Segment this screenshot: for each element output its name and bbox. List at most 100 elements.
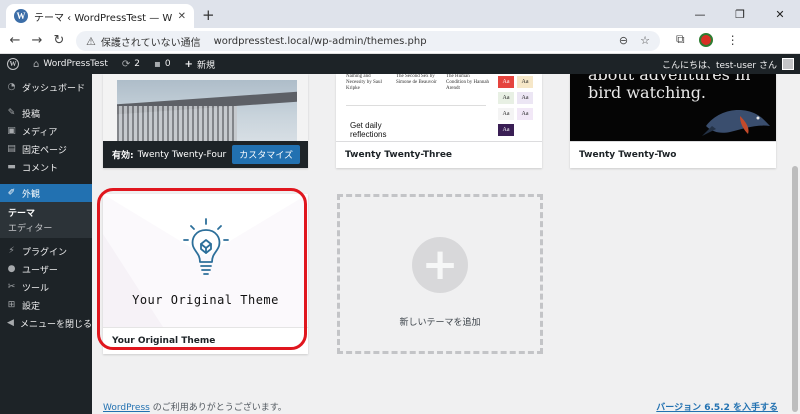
sidebar-item-label: 投稿: [22, 109, 41, 120]
tab-close-icon[interactable]: ✕: [178, 11, 186, 22]
customize-button[interactable]: カスタマイズ: [232, 145, 300, 164]
reload-icon[interactable]: ↻: [48, 33, 70, 48]
theme-name: Twenty Twenty-Three: [336, 141, 542, 168]
collapse-icon: ◀: [7, 318, 14, 328]
lightbulb-icon: [183, 218, 229, 275]
avatar: [782, 58, 794, 70]
page-scrollbar[interactable]: [790, 74, 800, 414]
url-text[interactable]: wordpresstest.local/wp-admin/themes.php: [214, 36, 427, 47]
sidebar-item-collapse[interactable]: ◀ メニューを閉じる: [0, 314, 92, 332]
plugin-icon: ⚡: [8, 246, 15, 256]
zoom-icon[interactable]: ⊖: [619, 34, 628, 47]
add-new-theme-tile[interactable]: + 新しいテーマを追加: [337, 194, 543, 354]
window-controls: — ❐ ✕: [680, 0, 800, 28]
theme-card-twenty-twenty-three[interactable]: Naming and Necessity by Saul Kripke The …: [336, 74, 542, 168]
preview-text: Naming and Necessity by Saul Kripke: [346, 74, 382, 91]
new-tab-button[interactable]: +: [202, 6, 215, 24]
wp-admin-bar: W ⌂ WordPressTest ⟳ 2 ▪ 0 + 新規 こんにちは、tes…: [0, 54, 800, 74]
sidebar-item-tools[interactable]: ✂ ツール: [0, 278, 92, 296]
sidebar-item-media[interactable]: ▣ メディア: [0, 122, 92, 140]
theme-screenshot: Naming and Necessity by Saul Kripke The …: [336, 74, 542, 141]
sidebar-item-label: 外観: [22, 189, 41, 200]
active-prefix: 有効:: [112, 151, 134, 161]
footer-thanks: WordPress のご利用ありがとうございます。: [103, 400, 287, 413]
submenu-item-editor[interactable]: エディター: [0, 220, 92, 235]
site-name: WordPressTest: [43, 59, 108, 69]
theme-name: Twenty Twenty-Four: [137, 149, 227, 160]
bird-illustration-icon: [702, 110, 770, 136]
theme-card-twenty-twenty-two[interactable]: about adventures in bird watching. Twent…: [570, 74, 776, 168]
minimize-icon[interactable]: —: [680, 0, 720, 28]
pin-icon: ✎: [7, 108, 16, 118]
sidebar-item-label: ユーザー: [22, 265, 58, 276]
theme-name: Your Original Theme: [103, 327, 308, 354]
tools-icon: ✂: [7, 282, 16, 292]
updates-count: 2: [134, 59, 141, 69]
extensions-icon[interactable]: ⧉: [676, 32, 685, 47]
comment-icon: ▬: [7, 162, 16, 172]
site-name-menu[interactable]: ⌂ WordPressTest: [26, 54, 115, 74]
sidebar-item-users[interactable]: ● ユーザー: [0, 260, 92, 278]
sidebar-item-label: メニューを閉じる: [19, 319, 92, 330]
themes-main: 有効: Twenty Twenty-Four カスタマイズ Naming and…: [92, 74, 790, 414]
submenu-item-themes[interactable]: テーマ: [0, 205, 92, 220]
comment-bubble-icon: ▪: [154, 58, 161, 70]
sidebar-item-comments[interactable]: ▬ コメント: [0, 158, 92, 176]
scrollbar-thumb[interactable]: [792, 166, 798, 412]
theme-screenshot: Your Original Theme: [103, 194, 308, 327]
back-icon[interactable]: ←: [4, 33, 26, 48]
sidebar-item-label: メディア: [22, 127, 58, 138]
architecture-photo: [117, 80, 297, 141]
browser-toolbar: ← → ↻ ⚠ 保護されていない通信 wordpresstest.local/w…: [0, 28, 800, 54]
sidebar-item-settings[interactable]: ⊞ 設定: [0, 296, 92, 314]
sidebar-item-label: コメント: [22, 163, 59, 174]
preview-text: Get daily reflections: [350, 121, 387, 139]
more-icon[interactable]: ⋮: [727, 33, 739, 47]
profile-icon[interactable]: [698, 32, 713, 47]
dashboard-icon: ◔: [7, 82, 16, 92]
new-content-menu[interactable]: + 新規: [178, 54, 222, 74]
users-icon: ●: [7, 264, 16, 274]
wordpress-logo-icon: W: [7, 58, 19, 70]
sidebar-item-appearance[interactable]: ✐ 外観: [0, 184, 92, 202]
insecure-warning-icon[interactable]: ⚠: [86, 35, 96, 48]
my-account-menu[interactable]: こんにちは、test-user さん: [662, 54, 794, 74]
theme-screenshot: [103, 74, 308, 141]
sidebar-item-label: 固定ページ: [22, 145, 67, 156]
new-label: 新規: [196, 60, 215, 71]
theme-screenshot: about adventures in bird watching.: [570, 74, 776, 141]
sidebar-item-posts[interactable]: ✎ 投稿: [0, 104, 92, 122]
theme-name: Twenty Twenty-Two: [570, 141, 776, 168]
updates-menu[interactable]: ⟳ 2: [115, 54, 147, 74]
plus-icon: +: [184, 58, 193, 70]
browser-tab[interactable]: W テーマ ‹ WordPressTest — WordPress ✕: [6, 4, 194, 28]
theme-card-twenty-twenty-four[interactable]: 有効: Twenty Twenty-Four カスタマイズ: [103, 74, 308, 168]
sidebar-item-label: プラグイン: [22, 247, 68, 258]
version-link[interactable]: バージョン 6.5.2 を入手する: [656, 400, 778, 413]
appearance-submenu: テーマ エディター: [0, 202, 92, 238]
security-label[interactable]: 保護されていない通信: [101, 34, 201, 49]
comments-menu[interactable]: ▪ 0: [147, 54, 178, 74]
sidebar-item-label: 設定: [22, 301, 41, 312]
window-close-icon[interactable]: ✕: [760, 0, 800, 28]
wordpress-link[interactable]: WordPress: [103, 403, 150, 413]
sidebar-item-label: ツール: [22, 283, 50, 294]
preview-title: Your Original Theme: [132, 293, 279, 307]
comments-count: 0: [164, 59, 171, 69]
sidebar-item-dashboard[interactable]: ◔ ダッシュボード: [0, 78, 92, 96]
theme-name-bar: 有効: Twenty Twenty-Four カスタマイズ: [103, 141, 308, 168]
address-bar[interactable]: ⚠ 保護されていない通信 wordpresstest.local/wp-admi…: [76, 31, 660, 51]
updates-icon: ⟳: [121, 58, 131, 70]
wp-logo-menu[interactable]: W: [0, 54, 26, 74]
tab-title: テーマ ‹ WordPressTest — WordPress: [34, 12, 172, 24]
bookmark-star-icon[interactable]: ☆: [640, 34, 650, 47]
sidebar-item-pages[interactable]: ▤ 固定ページ: [0, 140, 92, 158]
sidebar-item-plugins[interactable]: ⚡ プラグイン: [0, 242, 92, 260]
restore-icon[interactable]: ❐: [720, 0, 760, 28]
admin-sidebar: ◔ ダッシュボード ✎ 投稿 ▣ メディア ▤ 固定ページ ▬ コメント ✐ 外…: [0, 74, 92, 414]
theme-card-your-original-theme[interactable]: Your Original Theme Your Original Theme: [103, 194, 308, 354]
preview-text: The Second Sex by Simone de Beauvoir: [396, 74, 437, 85]
wordpress-favicon-icon: W: [14, 9, 28, 23]
appearance-icon: ✐: [7, 188, 16, 198]
forward-icon[interactable]: →: [26, 33, 48, 48]
